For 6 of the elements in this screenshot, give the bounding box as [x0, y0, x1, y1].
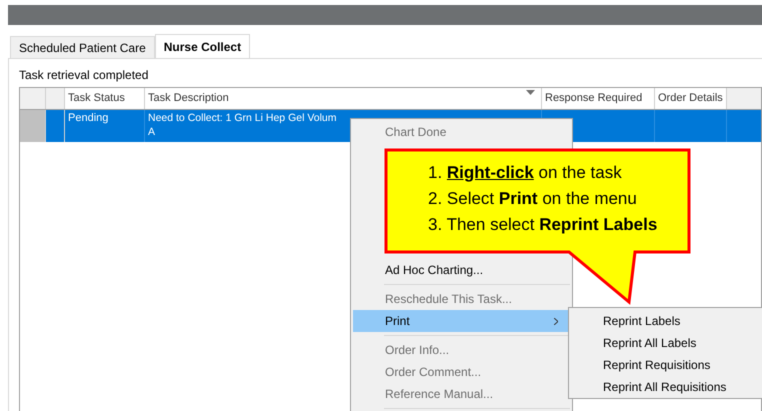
table-cell: Pending: [65, 110, 145, 142]
callout-step: 2. Select Print on the menu: [428, 186, 658, 212]
callout-step: 1. Right-click on the task: [428, 160, 658, 186]
table-cell: Need to Collect: 1 Grn Li Hep Gel Volum A: [148, 111, 337, 139]
callout-step: 3. Then select Reprint Labels: [428, 212, 658, 238]
status-message: Task retrieval completed: [19, 67, 150, 84]
